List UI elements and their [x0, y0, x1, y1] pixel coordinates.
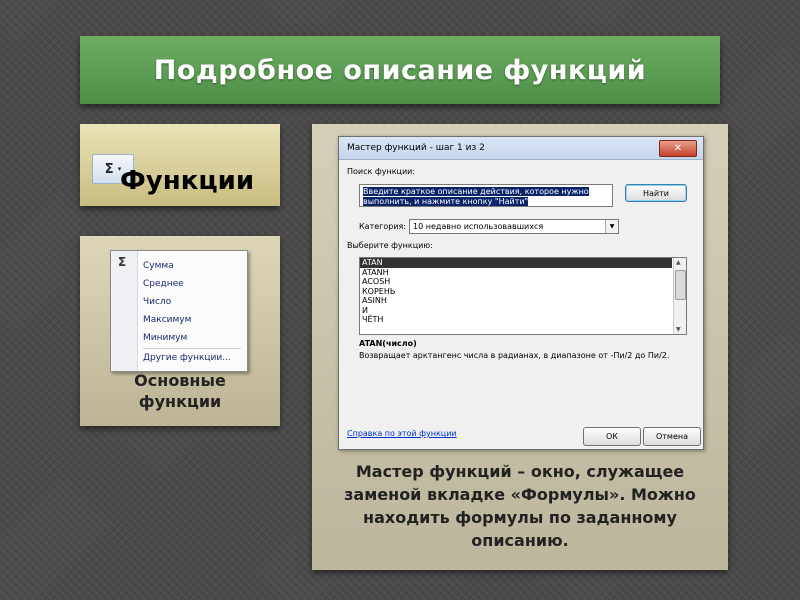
- search-label: Поиск функции:: [347, 167, 416, 176]
- category-select[interactable]: 10 недавно использовавшихся ▼: [409, 219, 619, 234]
- scroll-up-icon[interactable]: ▲: [676, 259, 681, 266]
- find-button[interactable]: Найти: [625, 184, 687, 202]
- basic-functions-panel: Σ Сумма Среднее Число Максимум Минимум Д…: [80, 236, 280, 426]
- select-function-label: Выберите функцию:: [347, 241, 433, 250]
- function-list-item[interactable]: ASINH: [360, 296, 672, 306]
- basic-functions-label: Основные функции: [134, 371, 226, 411]
- category-value: 10 недавно использовавшихся: [413, 222, 544, 231]
- menu-item-average[interactable]: Среднее: [143, 275, 241, 293]
- menu-gutter: [111, 251, 138, 371]
- function-list-item[interactable]: КОРЕНЬ: [360, 287, 672, 297]
- menu-item-max[interactable]: Максимум: [143, 311, 241, 329]
- autosum-menu-list: Сумма Среднее Число Максимум Минимум Дру…: [143, 257, 241, 367]
- cancel-button[interactable]: Отмена: [643, 427, 701, 446]
- wizard-caption: Мастер функций – окно, служащее заменой …: [344, 462, 696, 550]
- help-link[interactable]: Справка по этой функции: [347, 429, 457, 438]
- functions-panel: Σ ▾ Функции: [80, 124, 280, 206]
- function-description: Возвращает арктангенс числа в радианах, …: [359, 351, 670, 360]
- ok-button[interactable]: ОК: [583, 427, 641, 446]
- functions-label: Функции: [120, 166, 255, 196]
- scroll-down-icon[interactable]: ▼: [676, 326, 681, 333]
- slide-title: Подробное описание функций: [80, 36, 720, 104]
- close-button[interactable]: ✕: [659, 140, 697, 157]
- function-list-item[interactable]: ЧЁТН: [360, 315, 672, 325]
- function-list-item[interactable]: ACOSH: [360, 277, 672, 287]
- menu-item-count[interactable]: Число: [143, 293, 241, 311]
- sigma-icon: Σ: [104, 161, 114, 177]
- dialog-title: Мастер функций - шаг 1 из 2: [347, 143, 485, 153]
- chevron-down-icon: ▼: [605, 220, 618, 233]
- function-wizard-dialog: Мастер функций - шаг 1 из 2 ✕ Поиск функ…: [338, 136, 704, 450]
- function-list-scrollbar[interactable]: ▲ ▼: [673, 258, 686, 334]
- menu-item-sum[interactable]: Сумма: [143, 257, 241, 275]
- dialog-titlebar: Мастер функций - шаг 1 из 2 ✕: [339, 137, 703, 160]
- function-list-item[interactable]: ATANH: [360, 268, 672, 278]
- function-list[interactable]: ATAN ATANH ACOSH КОРЕНЬ ASINH И ЧЁТН ▲ ▼: [359, 257, 687, 335]
- menu-item-more-functions[interactable]: Другие функции...: [143, 348, 241, 367]
- function-signature: ATAN(число): [359, 339, 417, 348]
- category-label: Категория:: [359, 222, 407, 231]
- search-text-line2: выполнить, и нажмите кнопку "Найти": [363, 197, 529, 206]
- autosum-menu: Σ Сумма Среднее Число Максимум Минимум Д…: [110, 250, 248, 372]
- scroll-thumb[interactable]: [675, 270, 686, 300]
- search-input[interactable]: Введите краткое описание действия, котор…: [359, 184, 613, 207]
- search-text-line1: Введите краткое описание действия, котор…: [363, 187, 589, 196]
- function-list-item[interactable]: И: [360, 306, 672, 316]
- function-list-item[interactable]: ATAN: [360, 258, 672, 268]
- menu-item-min[interactable]: Минимум: [143, 329, 241, 347]
- sigma-icon: Σ: [118, 255, 127, 269]
- close-icon: ✕: [673, 143, 683, 154]
- wizard-panel: Мастер функций - шаг 1 из 2 ✕ Поиск функ…: [312, 124, 728, 570]
